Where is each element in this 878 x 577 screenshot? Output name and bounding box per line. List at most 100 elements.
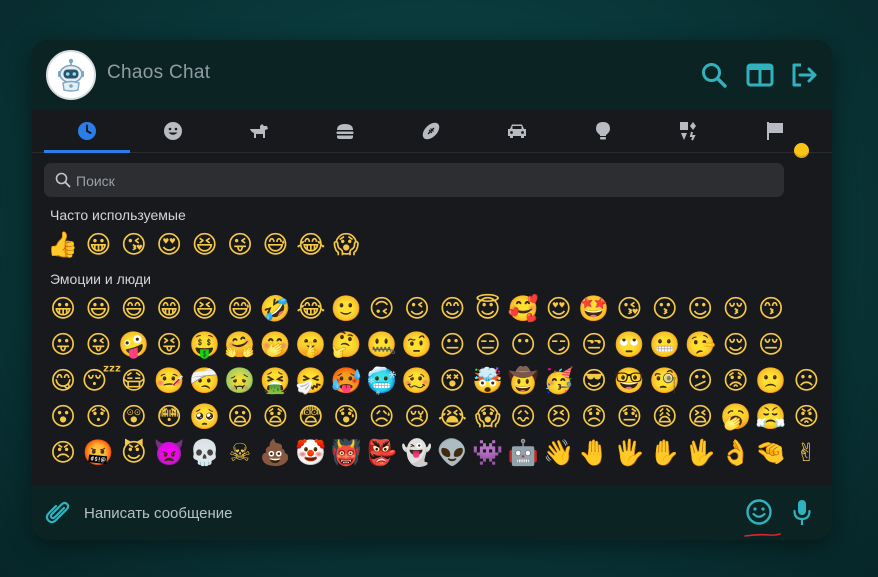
emoji-button[interactable]: 🥵 (329, 364, 363, 398)
emoji-button[interactable]: 😟 (719, 364, 753, 398)
emoji-button[interactable]: 🤯 (471, 364, 505, 398)
message-input[interactable] (82, 495, 686, 531)
emoji-button[interactable]: 🤬 (81, 436, 115, 470)
emoji-button[interactable]: 🥰 (506, 292, 540, 326)
emoji-button[interactable]: 🤡 (294, 436, 328, 470)
emoji-button[interactable]: 🥶 (365, 364, 399, 398)
emoji-button[interactable]: 😠 (46, 436, 80, 470)
emoji-button[interactable]: 😅 (223, 292, 257, 326)
tab-symbols[interactable] (646, 110, 732, 152)
emoji-button[interactable]: 😍 (152, 228, 186, 262)
emoji-button[interactable]: 🤪 (117, 328, 151, 362)
emoji-button[interactable]: 🖐 (612, 436, 646, 470)
emoji-button[interactable]: 🤕 (188, 364, 222, 398)
emoji-button[interactable]: 🤥 (683, 328, 717, 362)
emoji-button[interactable]: 😭 (435, 400, 469, 434)
emoji-button[interactable]: 😋 (46, 364, 80, 398)
emoji-button[interactable]: 😴 (81, 364, 121, 398)
emoji-button[interactable]: 😐 (435, 328, 469, 362)
emoji-button[interactable]: 🖖 (683, 436, 717, 470)
emoji-button[interactable]: 😝 (152, 328, 186, 362)
emoji-button[interactable]: 😄 (117, 292, 151, 326)
emoji-button[interactable]: 😒 (577, 328, 611, 362)
emoji-button[interactable]: 🤓 (612, 364, 646, 398)
emoji-button[interactable]: 😢 (400, 400, 434, 434)
emoji-button[interactable]: 😎 (577, 364, 611, 398)
emoji-button[interactable]: 🥺 (188, 400, 222, 434)
emoji-button[interactable]: 🥱 (719, 400, 753, 434)
tab-smileys[interactable] (130, 110, 216, 152)
tab-recent[interactable] (44, 110, 130, 153)
emoji-button[interactable]: 😆 (188, 292, 222, 326)
emoji-button[interactable]: 🙃 (365, 292, 399, 326)
emoji-button[interactable]: 😰 (329, 400, 363, 434)
emoji-button[interactable]: 👽 (435, 436, 469, 470)
emoji-button[interactable]: 🤨 (400, 328, 434, 362)
emoji-button[interactable]: 🤩 (577, 292, 611, 326)
emoji-button[interactable]: 🤏 (754, 436, 788, 470)
emoji-search-input[interactable] (74, 163, 778, 199)
tab-activities[interactable] (388, 110, 474, 152)
emoji-button[interactable]: 😑 (471, 328, 505, 362)
emoji-button[interactable]: 🤮 (258, 364, 292, 398)
search-icon[interactable] (699, 60, 729, 90)
emoji-button[interactable]: 🤗 (223, 328, 257, 362)
emoji-button[interactable]: 😮 (46, 400, 80, 434)
emoji-button[interactable]: 🤑 (188, 328, 222, 362)
emoji-button[interactable]: 😓 (612, 400, 646, 434)
emoji-button[interactable]: 😞 (577, 400, 611, 434)
emoji-button[interactable]: 😇 (471, 292, 505, 326)
emoji-button[interactable]: 🙁 (754, 364, 788, 398)
emoji-button[interactable]: 😂 (294, 228, 328, 262)
emoji-button[interactable]: 😀 (46, 292, 80, 326)
emoji-button[interactable]: 🤒 (152, 364, 186, 398)
emoji-button[interactable]: ✋ (648, 436, 682, 470)
emoji-button[interactable]: 😚 (719, 292, 753, 326)
emoji-button[interactable]: 😨 (294, 400, 328, 434)
emoji-button[interactable]: 😱 (471, 400, 505, 434)
tab-animals[interactable] (216, 110, 302, 152)
emoji-button[interactable]: 👹 (329, 436, 363, 470)
emoji-button[interactable]: ✌ (789, 436, 823, 470)
emoji-button[interactable]: 😥 (365, 400, 399, 434)
avatar[interactable] (46, 50, 96, 100)
emoji-button[interactable]: 🤐 (365, 328, 399, 362)
emoji-button[interactable]: 😖 (506, 400, 540, 434)
emoji-button[interactable]: 😡 (789, 400, 823, 434)
emoji-button[interactable]: 😜 (223, 228, 257, 262)
emoji-button[interactable]: 🤚 (577, 436, 611, 470)
emoji-button[interactable]: 🤔 (329, 328, 363, 362)
emoji-button[interactable]: 😛 (46, 328, 80, 362)
logout-icon[interactable] (789, 60, 819, 90)
emoji-button[interactable]: 😙 (754, 292, 788, 326)
emoji-button[interactable]: 🥳 (542, 364, 576, 398)
emoji-button[interactable]: 🤭 (258, 328, 292, 362)
emoji-button[interactable]: 😷 (117, 364, 151, 398)
emoji-button[interactable]: 😅 (258, 228, 292, 262)
tab-food[interactable] (302, 110, 388, 152)
emoji-button[interactable]: 🤢 (223, 364, 257, 398)
emoji-button[interactable]: 😤 (754, 400, 788, 434)
emoji-button[interactable]: 😊 (435, 292, 469, 326)
emoji-button[interactable]: 🙄 (612, 328, 646, 362)
emoji-button[interactable]: 🧐 (648, 364, 682, 398)
skin-tone-selector[interactable] (794, 143, 809, 158)
emoji-button[interactable]: 😘 (117, 228, 151, 262)
emoji-button[interactable]: 👿 (152, 436, 186, 470)
emoji-button[interactable]: 😔 (754, 328, 788, 362)
emoji-button[interactable]: ☠ (223, 436, 257, 470)
emoji-button[interactable]: 😁 (152, 292, 186, 326)
emoji-button[interactable]: 💩 (258, 436, 292, 470)
emoji-button[interactable]: 🤧 (294, 364, 328, 398)
emoji-toggle-icon[interactable] (745, 498, 773, 526)
emoji-button[interactable]: 😩 (648, 400, 682, 434)
emoji-button[interactable]: 😂 (294, 292, 328, 326)
emoji-button[interactable]: 👍 (46, 228, 80, 262)
emoji-button[interactable]: 😱 (329, 228, 363, 262)
emoji-button[interactable]: 😜 (81, 328, 115, 362)
emoji-button[interactable]: 😳 (152, 400, 186, 434)
emoji-button[interactable]: 😌 (719, 328, 753, 362)
emoji-button[interactable]: 😬 (648, 328, 682, 362)
emoji-button[interactable]: 😕 (683, 364, 717, 398)
emoji-button[interactable]: 😈 (117, 436, 151, 470)
